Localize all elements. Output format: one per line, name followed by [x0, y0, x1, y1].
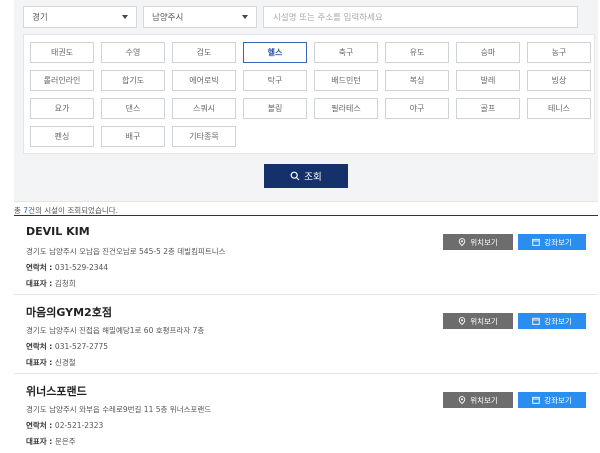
category-9-button[interactable]: 합기도	[101, 70, 165, 91]
category-13-button[interactable]: 복싱	[385, 70, 449, 91]
view-courses-button[interactable]: 강좌보기	[518, 313, 586, 329]
contact-label: 연락처 :	[26, 342, 55, 351]
facility-name: 마음의GYM2호점	[26, 306, 112, 319]
search-input-placeholder: 시설명 또는 주소를 입력하세요	[273, 13, 383, 23]
category-8-button[interactable]: 롤러인라인	[30, 70, 94, 91]
contact-label: 연락처 :	[26, 421, 55, 430]
representative-label: 대표자 :	[26, 358, 55, 367]
map-pin-icon	[458, 238, 466, 246]
view-courses-button[interactable]: 강좌보기	[518, 234, 586, 250]
calendar-icon	[532, 396, 540, 404]
view-location-button[interactable]: 위치보기	[443, 392, 513, 408]
category-box: 태권도 수영 검도 헬스 축구 유도 승마 농구롤러인라인 합기도 에어로빅 탁구 배드민턴 복싱 발레 빙…	[23, 34, 595, 154]
category-20-button[interactable]: 필라테스	[314, 98, 378, 119]
search-button[interactable]: 조회	[264, 164, 348, 188]
category-2-button[interactable]: 검도	[172, 42, 236, 63]
facility-address: 경기도 남양주시 진접읍 해밀예당1로 60 호평프라자 7층	[26, 326, 205, 335]
view-courses-label: 강좌보기	[544, 316, 572, 326]
city-select[interactable]: 남양주시	[143, 6, 257, 28]
facility-contact: 연락처 : 02-521-2323	[26, 420, 103, 431]
filter-row: 경기 남양주시 시설명 또는 주소를 입력하세요	[23, 6, 578, 28]
contact-value: 02-521-2323	[54, 421, 104, 430]
facility-contact: 연락처 : 031-527-2775	[26, 341, 108, 352]
chevron-down-icon	[122, 15, 128, 19]
category-16-button[interactable]: 요가	[30, 98, 94, 119]
category-1-button[interactable]: 수영	[101, 42, 165, 63]
facility-name: 위너스포랜드	[26, 385, 87, 398]
facility-contact: 연락처 : 031-529-2344	[26, 262, 108, 273]
representative-label: 대표자 :	[26, 279, 55, 288]
contact-value: 031-529-2344	[54, 263, 109, 272]
category-25-button[interactable]: 배구	[101, 126, 165, 147]
list-item: 마음의GYM2호점 경기도 남양주시 진접읍 해밀예당1로 60 호평프라자 7…	[14, 296, 598, 374]
category-24-button[interactable]: 펜싱	[30, 126, 94, 147]
facility-name: DEVIL KIM	[26, 225, 90, 238]
category-12-button[interactable]: 배드민턴	[314, 70, 378, 91]
category-0-button[interactable]: 태권도	[30, 42, 94, 63]
category-18-button[interactable]: 스쿼시	[172, 98, 236, 119]
representative-value: 문은주	[54, 437, 76, 446]
facility-search-input[interactable]: 시설명 또는 주소를 입력하세요	[263, 6, 578, 28]
category-26-button[interactable]: 기타종목	[172, 126, 236, 147]
result-count-suffix: 건의 시설이 조회되었습니다.	[28, 206, 119, 215]
category-7-button[interactable]: 농구	[527, 42, 591, 63]
category-4-button[interactable]: 축구	[314, 42, 378, 63]
search-panel: 경기 남양주시 시설명 또는 주소를 입력하세요 태권도 수영 검도 헬스 축구 유도 승마…	[14, 0, 598, 202]
view-location-label: 위치보기	[470, 395, 498, 405]
category-21-button[interactable]: 야구	[385, 98, 449, 119]
view-location-button[interactable]: 위치보기	[443, 234, 513, 250]
category-22-button[interactable]: 골프	[456, 98, 520, 119]
category-3-button[interactable]: 헬스	[243, 42, 307, 63]
view-location-button[interactable]: 위치보기	[443, 313, 513, 329]
contact-value: 031-527-2775	[54, 342, 109, 351]
category-6-button[interactable]: 승마	[456, 42, 520, 63]
category-17-button[interactable]: 댄스	[101, 98, 165, 119]
representative-value: 김청희	[54, 279, 76, 288]
view-location-label: 위치보기	[470, 316, 498, 326]
search-button-label: 조회	[304, 172, 322, 183]
category-11-button[interactable]: 탁구	[243, 70, 307, 91]
result-count-prefix: 총	[14, 206, 24, 215]
view-location-label: 위치보기	[470, 237, 498, 247]
list-item: DEVIL KIM 경기도 남양주시 오남읍 진건오남로 545-5 2층 데빌…	[14, 217, 598, 295]
representative-value: 신경철	[54, 358, 76, 367]
region-select[interactable]: 경기	[23, 6, 137, 28]
facility-representative: 대표자 : 신경철	[26, 357, 76, 368]
category-19-button[interactable]: 볼링	[243, 98, 307, 119]
category-5-button[interactable]: 유도	[385, 42, 449, 63]
facility-address: 경기도 남양주시 오남읍 진건오남로 545-5 2층 데빌킴피트니스	[26, 247, 226, 256]
region-select-value: 경기	[32, 13, 48, 23]
search-icon	[290, 171, 300, 181]
view-courses-label: 강좌보기	[544, 237, 572, 247]
list-item: 위너스포랜드 경기도 남양주시 와부읍 수레로9번길 11 5층 위너스포랜드 …	[14, 375, 598, 453]
category-15-button[interactable]: 빙상	[527, 70, 591, 91]
calendar-icon	[532, 317, 540, 325]
city-select-value: 남양주시	[152, 13, 184, 23]
category-23-button[interactable]: 테니스	[527, 98, 591, 119]
view-courses-label: 강좌보기	[544, 395, 572, 405]
map-pin-icon	[458, 396, 466, 404]
results-divider	[14, 215, 598, 216]
facility-representative: 대표자 : 김청희	[26, 278, 76, 289]
facility-address: 경기도 남양주시 와부읍 수레로9번길 11 5층 위너스포랜드	[26, 405, 212, 414]
category-grid: 태권도 수영 검도 헬스 축구 유도 승마 농구롤러인라인 합기도 에어로빅 탁구 배드민턴 복싱 발레 빙…	[30, 42, 591, 147]
contact-label: 연락처 :	[26, 263, 55, 272]
category-14-button[interactable]: 발레	[456, 70, 520, 91]
category-10-button[interactable]: 에어로빅	[172, 70, 236, 91]
map-pin-icon	[458, 317, 466, 325]
representative-label: 대표자 :	[26, 437, 55, 446]
facility-representative: 대표자 : 문은주	[26, 436, 76, 447]
calendar-icon	[532, 238, 540, 246]
chevron-down-icon	[242, 15, 248, 19]
view-courses-button[interactable]: 강좌보기	[518, 392, 586, 408]
